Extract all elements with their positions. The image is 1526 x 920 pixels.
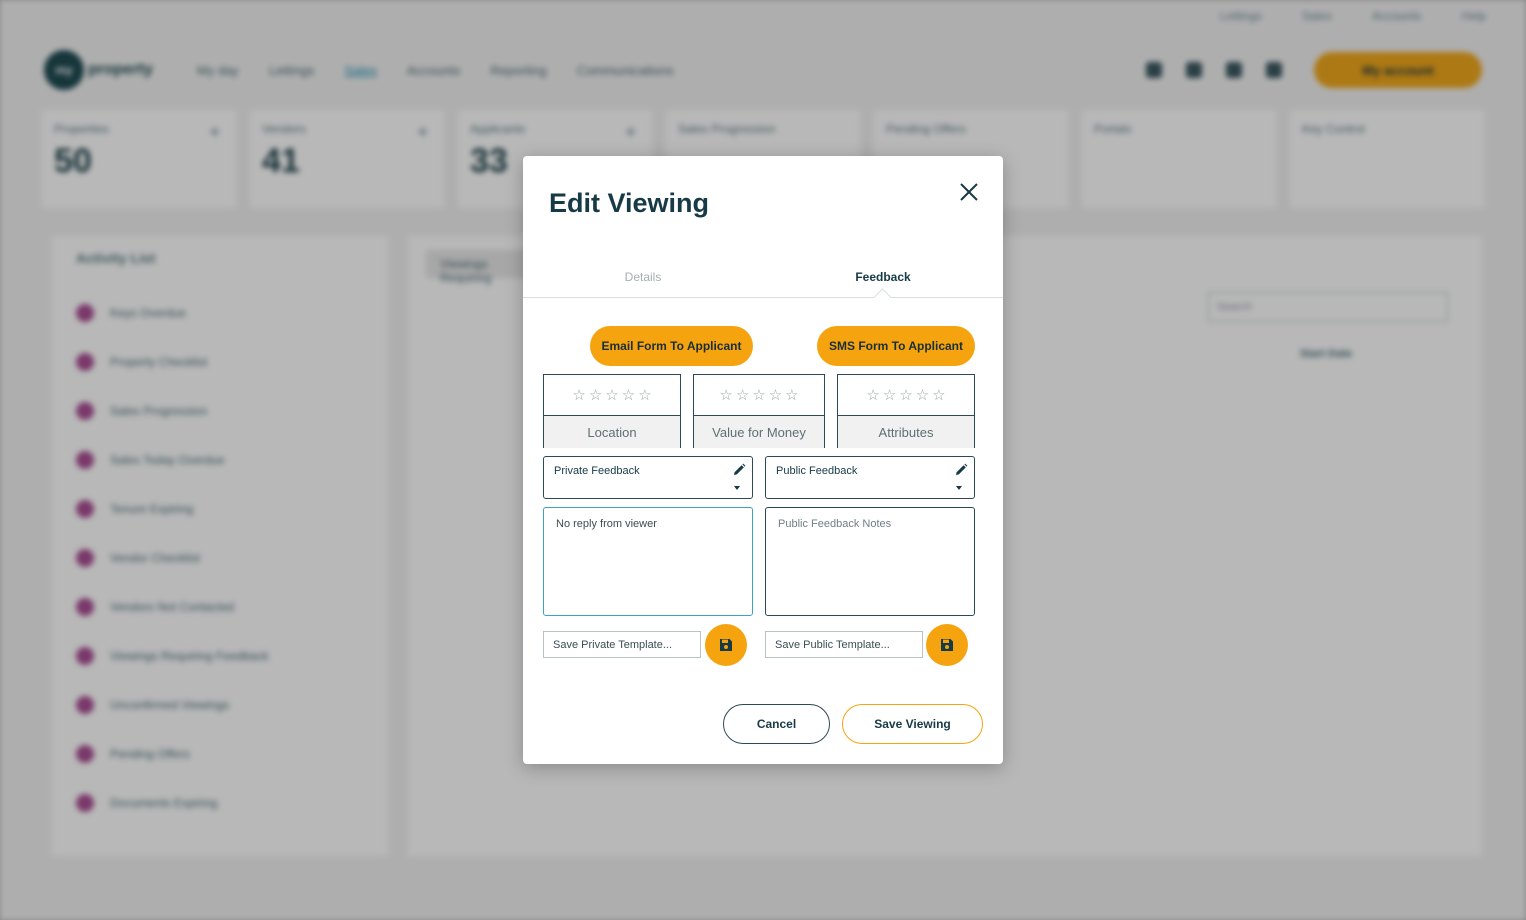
modal-title: Edit Viewing: [549, 188, 710, 218]
private-feedback-label: Private Feedback: [554, 465, 640, 477]
save-viewing-button[interactable]: Save Viewing: [842, 704, 983, 744]
star-outline-icon[interactable]: ☆: [622, 386, 635, 404]
save-private-template-button[interactable]: [705, 624, 747, 666]
rating-label: Value for Money: [694, 416, 824, 448]
public-feedback-select[interactable]: Public Feedback: [765, 456, 975, 499]
cancel-button[interactable]: Cancel: [723, 704, 830, 744]
edit-viewing-modal: Edit Viewing Details Feedback Email Form…: [523, 156, 1003, 764]
public-feedback-notes[interactable]: [765, 507, 975, 616]
modal-tabs: Details Feedback: [523, 264, 1003, 298]
chevron-down-icon: [734, 486, 740, 490]
star-outline-icon[interactable]: ☆: [785, 386, 798, 404]
floppy-disk-icon: [720, 639, 732, 651]
star-outline-icon[interactable]: ☆: [638, 386, 651, 404]
star-outline-icon[interactable]: ☆: [883, 386, 896, 404]
email-form-button[interactable]: Email Form To Applicant: [590, 326, 753, 366]
star-outline-icon[interactable]: ☆: [769, 386, 782, 404]
private-feedback-notes[interactable]: [543, 507, 753, 616]
star-outline-icon[interactable]: ☆: [866, 386, 879, 404]
star-outline-icon[interactable]: ☆: [719, 386, 732, 404]
save-private-template-input[interactable]: [543, 631, 701, 658]
star-outline-icon[interactable]: ☆: [899, 386, 912, 404]
rating-label: Location: [544, 416, 680, 448]
star-rating: ☆ ☆ ☆ ☆ ☆: [838, 375, 974, 416]
star-outline-icon[interactable]: ☆: [916, 386, 929, 404]
pencil-icon[interactable]: [732, 463, 746, 477]
save-public-template-input[interactable]: [765, 631, 923, 658]
save-public-template-button[interactable]: [926, 624, 968, 666]
sms-form-button[interactable]: SMS Form To Applicant: [817, 326, 975, 366]
public-feedback-label: Public Feedback: [776, 465, 858, 477]
close-icon[interactable]: [957, 180, 981, 204]
star-rating: ☆ ☆ ☆ ☆ ☆: [694, 375, 824, 416]
star-outline-icon[interactable]: ☆: [589, 386, 602, 404]
star-outline-icon[interactable]: ☆: [605, 386, 618, 404]
value-for-money-rating: ☆ ☆ ☆ ☆ ☆ Value for Money: [693, 374, 825, 448]
star-outline-icon[interactable]: ☆: [736, 386, 749, 404]
private-feedback-select[interactable]: Private Feedback: [543, 456, 753, 499]
rating-label: Attributes: [838, 416, 974, 448]
tab-feedback[interactable]: Feedback: [763, 264, 1003, 297]
star-outline-icon[interactable]: ☆: [932, 386, 945, 404]
attributes-rating: ☆ ☆ ☆ ☆ ☆ Attributes: [837, 374, 975, 448]
floppy-disk-icon: [941, 639, 953, 651]
star-rating: ☆ ☆ ☆ ☆ ☆: [544, 375, 680, 416]
star-outline-icon[interactable]: ☆: [752, 386, 765, 404]
location-rating: ☆ ☆ ☆ ☆ ☆ Location: [543, 374, 681, 448]
chevron-down-icon: [956, 486, 962, 490]
pencil-icon[interactable]: [954, 463, 968, 477]
tab-details[interactable]: Details: [523, 264, 763, 297]
star-outline-icon[interactable]: ☆: [572, 386, 585, 404]
